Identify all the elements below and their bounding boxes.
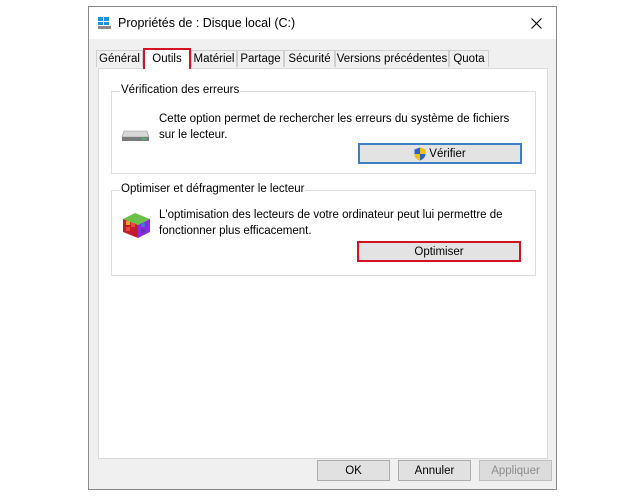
cancel-button[interactable]: Annuler: [398, 460, 471, 481]
error-check-text: Cette option permet de rechercher les er…: [159, 113, 510, 141]
optimize-text: L'optimisation des lecteurs de votre ord…: [159, 209, 503, 237]
properties-dialog: Propriétés de : Disque local (C:) Généra…: [88, 6, 557, 490]
tools-panel: Vérification des erreurs Cette option pe…: [98, 68, 548, 459]
close-icon: [530, 17, 542, 29]
ok-button[interactable]: OK: [317, 460, 390, 481]
tab-sharing[interactable]: Partage: [237, 50, 284, 67]
tab-quota[interactable]: Quota: [449, 50, 489, 67]
uac-shield-icon: [414, 147, 426, 160]
tab-previous-versions[interactable]: Versions précédentes: [335, 50, 449, 67]
tab-hardware[interactable]: Matériel: [191, 50, 237, 67]
optimize-group: Optimiser et défragmenter le lecteur L'o…: [111, 183, 536, 276]
verify-label: Vérifier: [429, 147, 466, 160]
title-bar: Propriétés de : Disque local (C:): [89, 7, 556, 39]
optimize-label: Optimiser: [414, 245, 464, 258]
defrag-icon: [123, 213, 150, 238]
tab-general[interactable]: Général: [96, 50, 143, 67]
drive-title-icon: [98, 17, 111, 29]
error-check-title: Vérification des erreurs: [120, 84, 241, 96]
drive-icon: [121, 130, 150, 141]
optimize-button[interactable]: Optimiser: [357, 241, 521, 262]
optimize-title: Optimiser et défragmenter le lecteur: [120, 183, 306, 195]
close-button[interactable]: [516, 7, 556, 39]
apply-button[interactable]: Appliquer: [479, 460, 552, 481]
verify-button[interactable]: Vérifier: [358, 143, 522, 164]
window-title: Propriétés de : Disque local (C:): [118, 16, 296, 30]
tab-security[interactable]: Sécurité: [284, 50, 335, 67]
error-check-group: Vérification des erreurs Cette option pe…: [111, 84, 536, 174]
tab-tools[interactable]: Outils: [143, 48, 191, 69]
